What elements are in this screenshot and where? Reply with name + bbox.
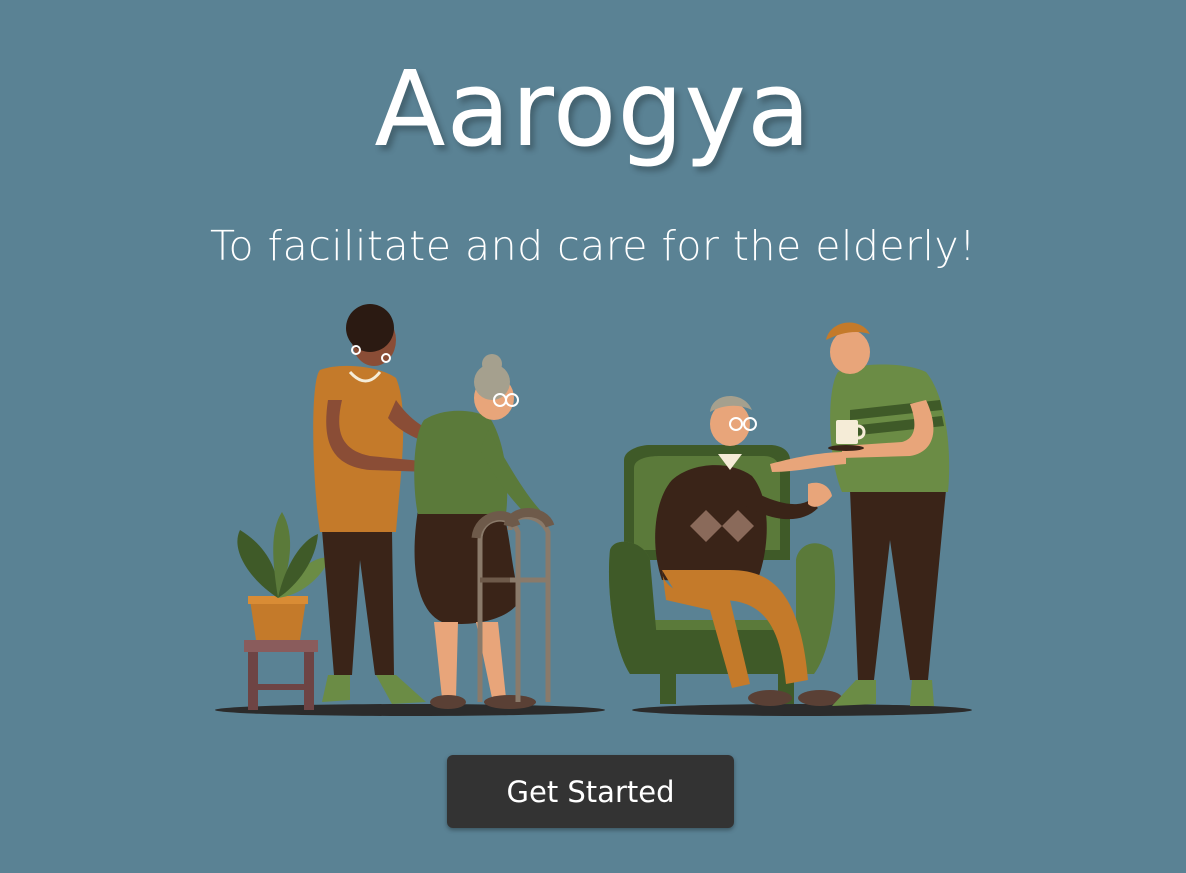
caregivers-illustration xyxy=(215,304,972,716)
app-title: Aarogya xyxy=(374,48,812,170)
floor-shadow-left xyxy=(215,704,605,716)
plant-stool-icon xyxy=(237,512,330,710)
tagline: To facilitate and care for the elderly! xyxy=(209,222,977,270)
get-started-button[interactable]: Get Started xyxy=(447,755,734,828)
